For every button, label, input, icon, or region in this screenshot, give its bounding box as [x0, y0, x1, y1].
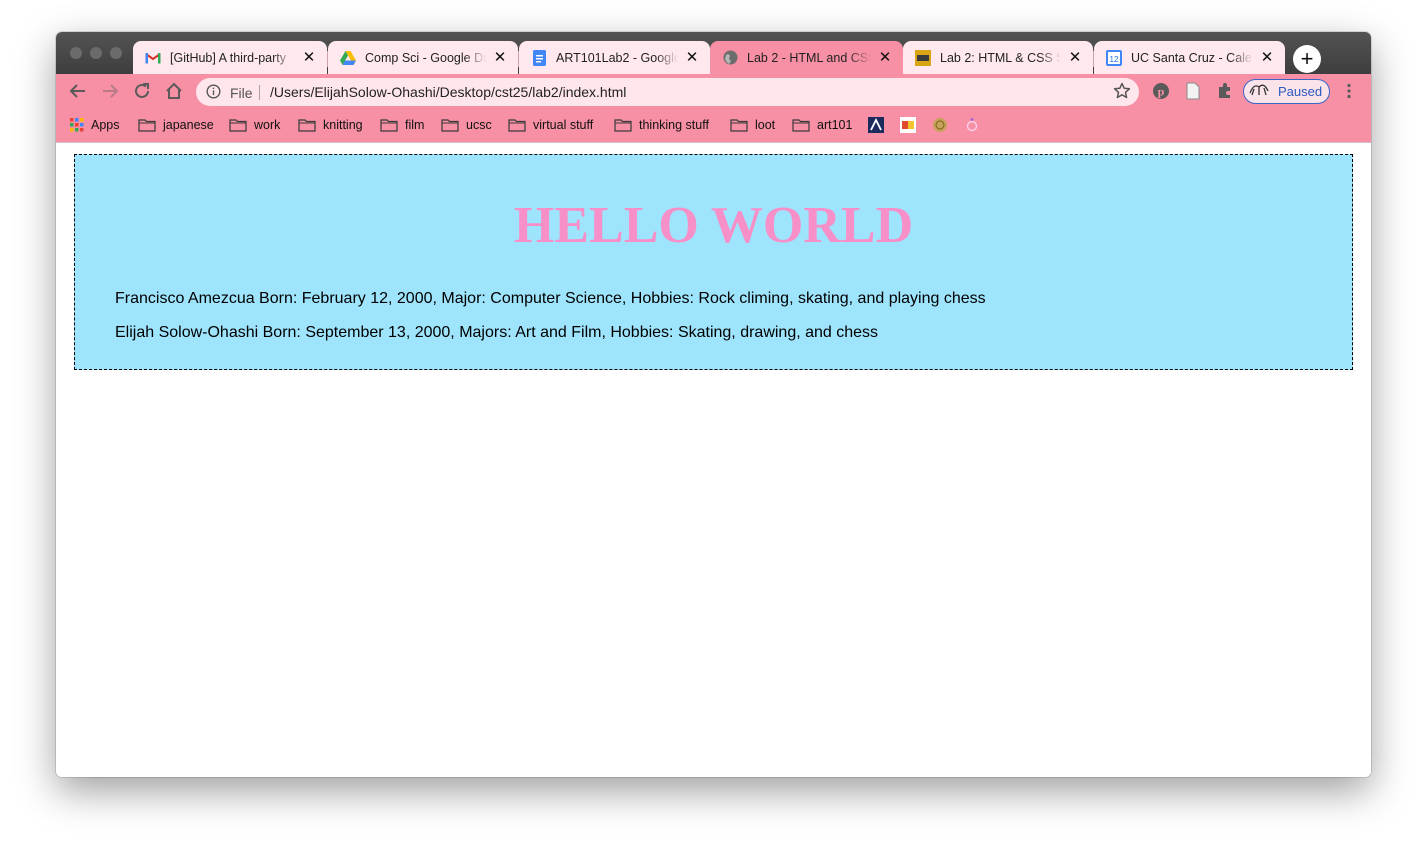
back-arrow-icon[interactable] [68, 81, 88, 101]
reload-icon[interactable] [132, 81, 152, 101]
bookmark-star-icon[interactable] [1113, 82, 1131, 105]
folder-icon [298, 119, 316, 132]
new-tab-button[interactable]: + [1293, 45, 1321, 73]
close-tab-icon[interactable]: ✕ [492, 49, 508, 66]
bookmark-label: loot [755, 118, 776, 132]
folder-icon [138, 119, 156, 132]
bookmark-folder-work[interactable]: work [229, 117, 280, 133]
tab-github-email[interactable]: [GitHub] A third-party ✕ [133, 41, 327, 74]
gmail-icon [145, 50, 161, 66]
bookmark-sparkle-icon[interactable] [964, 117, 987, 133]
globe-icon [722, 50, 738, 66]
tab-strip: [GitHub] A third-party ✕ Comp Sci - Goog… [56, 32, 1371, 74]
bookmark-folder-art101[interactable]: art101 [792, 117, 852, 133]
bookmark-label: ucsc [466, 118, 492, 132]
divider [259, 85, 260, 100]
intro-box: HELLO WORLD Francisco Amezcua Born: Febr… [74, 154, 1353, 370]
adobe-icon[interactable] [868, 117, 891, 133]
bookmark-folder-thinking-stuff[interactable]: thinking stuff [614, 117, 709, 133]
svg-text:p: p [1158, 85, 1165, 99]
tab-title: [GitHub] A third-party [170, 50, 287, 65]
tab-title: ART101Lab2 - Google Docs [556, 50, 678, 65]
tab-art101-docs[interactable]: ART101Lab2 - Google Docs ✕ [519, 41, 710, 74]
bookmark-label: art101 [817, 118, 853, 132]
info-icon[interactable] [206, 84, 221, 104]
close-tab-icon[interactable]: ✕ [1259, 49, 1275, 66]
folder-icon [441, 119, 459, 132]
bookmark-favicon-icon[interactable] [900, 117, 923, 133]
url-text[interactable]: /Users/ElijahSolow-Ohashi/Desktop/cst25/… [270, 84, 626, 100]
folder-icon [380, 119, 398, 132]
page-viewport: HELLO WORLD Francisco Amezcua Born: Febr… [56, 144, 1371, 777]
bookmark-label: film [405, 118, 425, 132]
bookmark-folder-loot[interactable]: loot [730, 117, 775, 133]
page-extension-icon[interactable] [1183, 81, 1203, 101]
google-drive-icon [340, 50, 356, 66]
close-tab-icon[interactable]: ✕ [877, 49, 893, 66]
browser-window: [GitHub] A third-party ✕ Comp Sci - Goog… [56, 32, 1371, 777]
tab-lab2-active[interactable]: Lab 2 - HTML and CSS ✕ [710, 41, 903, 74]
page-heading: HELLO WORLD [513, 197, 914, 254]
close-window-button[interactable] [70, 47, 82, 59]
google-calendar-icon: 12 [1106, 49, 1122, 66]
minimize-window-button[interactable] [90, 47, 102, 59]
profile-status-label: Paused [1278, 84, 1323, 99]
bookmark-label: knitting [323, 118, 363, 132]
more-menu-icon[interactable] [1339, 81, 1359, 101]
bookmark-folder-knitting[interactable]: knitting [298, 117, 363, 133]
google-docs-icon [531, 49, 547, 66]
bookmark-apps[interactable]: Apps [70, 117, 120, 133]
apps-grid-icon [70, 118, 84, 132]
tab-comp-sci-drive[interactable]: Comp Sci - Google Drive ✕ [328, 41, 518, 74]
tab-lab2-styling[interactable]: Lab 2: HTML & CSS Styling ✕ [903, 41, 1093, 74]
browser-toolbar: File /Users/ElijahSolow-Ohashi/Desktop/c… [56, 74, 1371, 108]
person-paragraph: Francisco Amezcua Born: February 12, 200… [115, 290, 986, 307]
close-tab-icon[interactable]: ✕ [301, 49, 317, 66]
tab-title: UC Santa Cruz - Calendar [1131, 50, 1253, 65]
folder-icon [229, 119, 247, 132]
close-tab-icon[interactable]: ✕ [684, 49, 700, 66]
folder-icon [614, 119, 632, 132]
bookmark-label: virtual stuff [533, 118, 594, 132]
bookmark-label: japanese [163, 118, 214, 132]
folder-icon [508, 119, 526, 132]
ucsc-icon [915, 49, 931, 66]
bookmark-folder-ucsc[interactable]: ucsc [441, 117, 492, 133]
bookmark-label: work [254, 118, 281, 132]
bookmarks-bar: Apps japanese work knitting film ucsc vi… [56, 108, 1371, 143]
folder-icon [730, 119, 748, 132]
maximize-window-button[interactable] [110, 47, 122, 59]
forward-arrow-icon[interactable] [100, 81, 120, 101]
bookmark-folder-japanese[interactable]: japanese [138, 117, 214, 133]
person-paragraph: Elijah Solow-Ohashi Born: September 13, … [115, 324, 879, 341]
tab-ucsc-calendar[interactable]: 12 UC Santa Cruz - Calendar ✕ [1094, 41, 1285, 74]
bookmark-label: Apps [91, 118, 120, 132]
url-scheme-label: File [230, 85, 253, 101]
bookmark-label: thinking stuff [639, 118, 709, 132]
home-icon[interactable] [164, 81, 184, 101]
address-bar[interactable]: File /Users/ElijahSolow-Ohashi/Desktop/c… [196, 78, 1139, 106]
tab-title: Lab 2 - HTML and CSS [747, 50, 871, 65]
pinterest-icon[interactable]: p [1151, 81, 1171, 101]
bookmark-coin-icon[interactable] [932, 117, 955, 133]
profile-button[interactable]: Paused [1243, 79, 1330, 104]
tab-title: Comp Sci - Google Drive [365, 50, 486, 65]
tab-title: Lab 2: HTML & CSS Styling [940, 50, 1061, 65]
extensions-puzzle-icon[interactable] [1215, 81, 1235, 101]
avatar-icon [1248, 81, 1270, 102]
close-tab-icon[interactable]: ✕ [1067, 49, 1083, 66]
bookmark-folder-film[interactable]: film [380, 117, 424, 133]
bookmark-folder-virtual-stuff[interactable]: virtual stuff [508, 117, 593, 133]
svg-text:12: 12 [1110, 55, 1119, 64]
folder-icon [792, 119, 810, 132]
